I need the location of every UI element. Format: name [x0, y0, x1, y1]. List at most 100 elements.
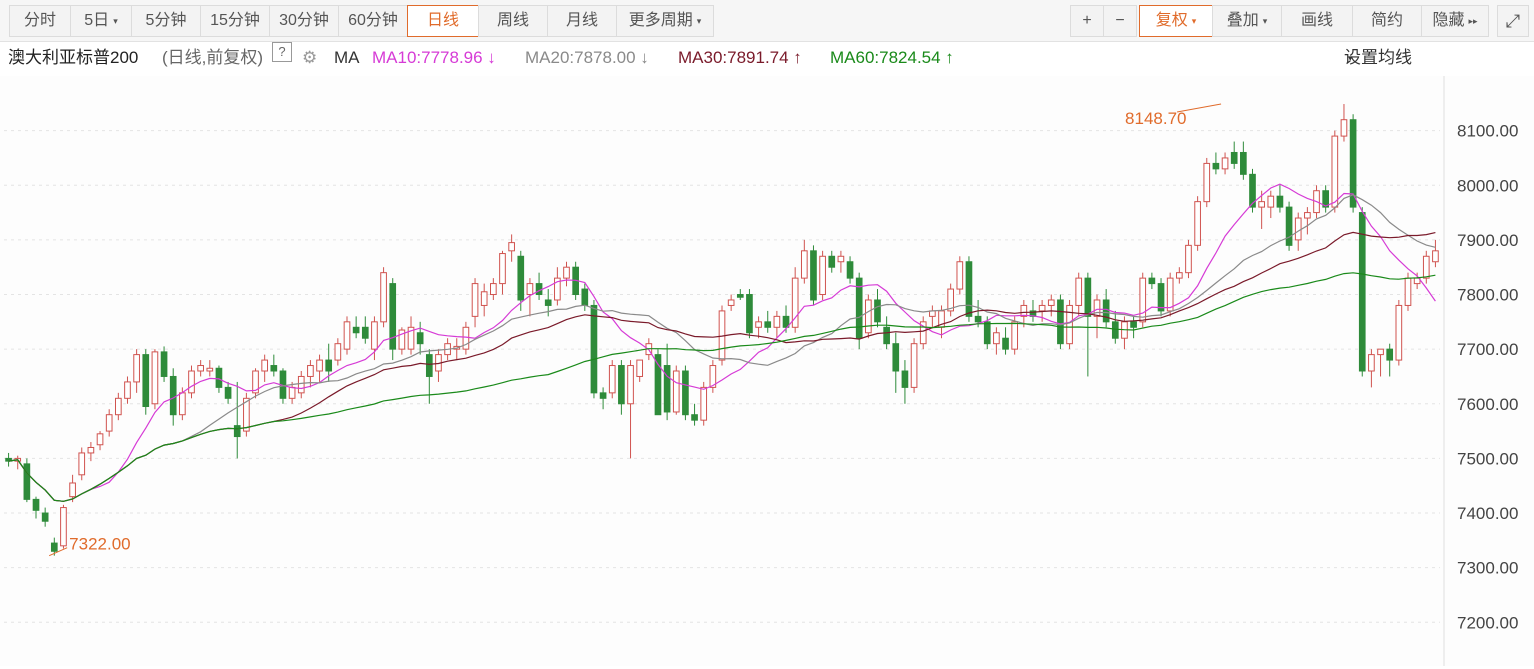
candle-body [983, 321, 991, 345]
candle-body [343, 321, 351, 350]
candle-body [105, 414, 113, 432]
y-tick-label: 7500.00 [1457, 449, 1518, 468]
candle-body [361, 326, 369, 339]
candle-body [297, 375, 305, 394]
candle-body [1057, 299, 1064, 345]
y-tick-label: 7700.00 [1457, 340, 1518, 359]
candle-body [96, 433, 104, 446]
candle-body [1148, 277, 1156, 285]
candle-body [188, 370, 195, 394]
candle-body [1093, 299, 1101, 317]
candle-body [1404, 277, 1412, 306]
candle-body [819, 255, 826, 296]
candle-body [425, 354, 433, 377]
candle-body [618, 365, 625, 405]
y-tick-label: 7200.00 [1457, 613, 1518, 632]
candle-body [142, 354, 150, 408]
high-annotation: 8148.70 [1125, 109, 1186, 128]
candle-body [1395, 304, 1403, 361]
candle-body [1331, 135, 1339, 208]
candle-body [1432, 250, 1439, 263]
candle-body [499, 253, 506, 285]
candle-body [764, 321, 772, 328]
candle-body [416, 332, 424, 345]
candle-body [846, 261, 854, 279]
candle-body [1002, 337, 1009, 350]
candle-body [1111, 321, 1119, 339]
candlestick-chart: 8100.00 8000.00 7900.00 7800.00 7700.00 7600.… [0, 76, 1534, 666]
candle-body [627, 365, 634, 405]
plot-background [0, 76, 1534, 666]
candle-body [261, 359, 269, 372]
candle-body [810, 250, 817, 301]
candle-body [69, 482, 76, 498]
candle-body [480, 291, 488, 306]
candle-body [1130, 321, 1137, 328]
candle-body [1047, 299, 1055, 306]
candle-body [535, 283, 543, 296]
candle-body [837, 255, 845, 263]
candle-body [169, 375, 177, 416]
candle-body [151, 351, 159, 405]
candle-body [133, 354, 140, 383]
candle-body [901, 370, 909, 388]
candle-body [50, 542, 58, 552]
candle-body [1038, 304, 1046, 312]
candle-body [672, 370, 680, 413]
candle-body [380, 272, 387, 323]
candle-body [1185, 244, 1192, 274]
y-tick-label: 7300.00 [1457, 559, 1518, 578]
candle-body [1102, 299, 1110, 323]
candle-body [124, 381, 131, 399]
candle-body [865, 299, 872, 334]
candle-body [288, 386, 296, 399]
candle-body [956, 261, 964, 290]
y-tick-label: 7600.00 [1457, 395, 1518, 414]
candle-body [755, 321, 762, 328]
y-tick-label: 7800.00 [1457, 286, 1518, 305]
candle-body [1194, 201, 1201, 246]
candle-body [270, 365, 278, 372]
candle-body [1422, 255, 1430, 279]
candle-body [1368, 354, 1375, 372]
candle-body [526, 283, 534, 296]
candle-body [1240, 151, 1247, 175]
candle-body [224, 386, 232, 399]
candle-body [1267, 195, 1275, 208]
candle-body [389, 283, 397, 350]
candle-body [1358, 212, 1366, 372]
y-tick-label: 8000.00 [1457, 176, 1518, 195]
candle-body [325, 359, 333, 372]
candle-body [691, 414, 698, 421]
candle-body [87, 446, 95, 454]
candle-body [746, 294, 753, 334]
candle-body [160, 351, 168, 377]
candle-body [910, 343, 918, 388]
candle-body [700, 386, 708, 421]
candle-body [32, 498, 40, 511]
candle-body [974, 315, 982, 323]
candle-body [1084, 277, 1092, 317]
candle-body [490, 283, 497, 296]
candle-body [307, 365, 314, 377]
candle-body [206, 367, 214, 372]
candle-body [60, 507, 67, 547]
candle-body [114, 397, 122, 416]
candle-body [233, 425, 241, 438]
candle-body [892, 343, 900, 372]
candle-body [1166, 277, 1174, 312]
candle-body [517, 255, 525, 301]
candle-body [773, 315, 781, 328]
candle-body [1285, 206, 1293, 246]
candle-body [1377, 348, 1384, 356]
low-annotation: 7322.00 [69, 535, 130, 554]
candle-body [41, 512, 49, 522]
candle-body [471, 283, 479, 317]
y-tick-label: 7400.00 [1457, 504, 1518, 523]
candle-body [1139, 277, 1147, 323]
candle-body [874, 299, 881, 323]
candle-body [179, 392, 186, 416]
candle-body [599, 392, 607, 399]
candle-body [1340, 119, 1348, 137]
candle-body [352, 326, 360, 334]
